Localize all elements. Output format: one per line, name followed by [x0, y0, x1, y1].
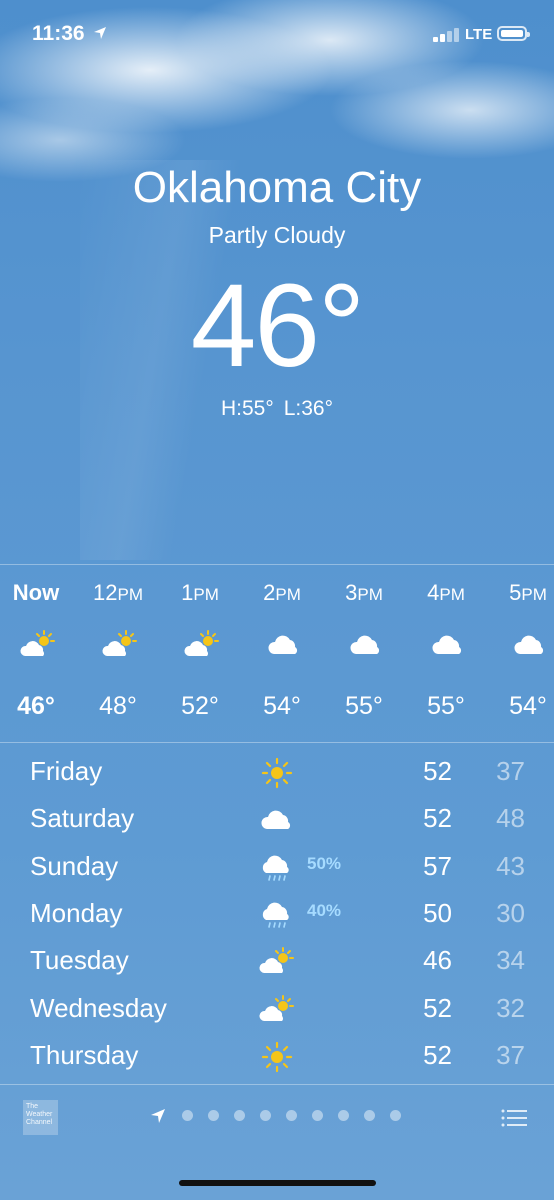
day-high: 52 — [423, 1039, 452, 1070]
city-list-icon[interactable] — [501, 1108, 527, 1128]
page-dot[interactable] — [260, 1110, 271, 1121]
sun-icon — [258, 1040, 296, 1074]
high-low: H:55° L:36° — [0, 397, 554, 421]
day-name: Wednesday — [30, 992, 167, 1023]
day-low: 37 — [496, 1039, 525, 1070]
hour-temp: 54° — [263, 692, 301, 720]
page-dot[interactable] — [234, 1110, 245, 1121]
daily-row: Tuesday 46 34 — [0, 937, 554, 984]
day-low: 30 — [496, 897, 525, 928]
rain-cloud-icon — [258, 898, 296, 932]
day-high: 52 — [423, 803, 452, 834]
status-time: 11:36 — [32, 22, 85, 45]
page-dot[interactable] — [390, 1110, 401, 1121]
day-high: 52 — [423, 756, 452, 786]
cloud-icon — [265, 628, 301, 658]
day-name: Friday — [30, 756, 103, 786]
day-name: Tuesday — [30, 945, 129, 976]
hour-temp: 48° — [99, 692, 137, 720]
day-low: 37 — [496, 756, 525, 786]
hour-label: 5PM — [509, 580, 547, 605]
partly-sunny-icon — [19, 628, 55, 658]
day-low: 34 — [496, 945, 525, 976]
home-indicator[interactable] — [179, 1180, 376, 1186]
day-low: 48 — [496, 803, 525, 834]
partly-sunny-icon — [183, 628, 219, 658]
daily-row: Saturday 52 48 — [0, 795, 554, 842]
page-dot[interactable] — [286, 1110, 297, 1121]
precip-chance: 50% — [307, 853, 342, 873]
partly-sunny-icon — [258, 993, 296, 1027]
hour-label: Now — [12, 580, 60, 605]
battery-icon — [497, 26, 530, 41]
day-high: 52 — [423, 992, 452, 1023]
city-name: Oklahoma City — [132, 163, 422, 212]
day-low: 32 — [496, 992, 525, 1023]
day-name: Thursday — [30, 1039, 139, 1070]
day-high: 46 — [423, 945, 452, 976]
hour-label: 1PM — [181, 580, 219, 605]
daily-row: Friday 52 37 — [0, 748, 554, 795]
low-temp: L:36° — [283, 397, 334, 420]
daily-row: Sunday 50% 57 43 — [0, 843, 554, 890]
hour-label: 12PM — [93, 580, 143, 605]
hour-temp: 55° — [427, 692, 465, 720]
partly-sunny-icon — [258, 945, 296, 979]
status-bar: 11:36 LTE — [0, 0, 554, 70]
rain-cloud-icon — [258, 851, 296, 885]
day-high: 57 — [423, 850, 452, 881]
cellular-signal-icon — [433, 28, 461, 42]
cloud-icon — [429, 628, 465, 658]
daily-row: Monday 40% 50 30 — [0, 890, 554, 937]
hour-label: 4PM — [427, 580, 465, 605]
current-temperature: 46° — [190, 260, 365, 392]
hour-label: 3PM — [345, 580, 383, 605]
hour-label: 2PM — [263, 580, 301, 605]
page-dot[interactable] — [208, 1110, 219, 1121]
day-low: 43 — [496, 850, 525, 881]
network-type: LTE — [465, 26, 493, 43]
sun-icon — [258, 756, 296, 790]
page-dot[interactable] — [364, 1110, 375, 1121]
weather-channel-logo[interactable]: The Weather Channel — [23, 1100, 58, 1135]
day-name: Sunday — [30, 850, 119, 881]
day-name: Saturday — [30, 803, 135, 834]
daily-row: Thursday 52 37 — [0, 1032, 554, 1079]
divider — [0, 742, 554, 743]
hour-temp: 54° — [509, 692, 547, 720]
page-dot[interactable] — [312, 1110, 323, 1121]
hourly-forecast[interactable]: Now 46° 12PM 48° 1PM 52° 2PM 54° 3PM 55° 4PM 55° 5PM… — [0, 566, 554, 741]
page-dot[interactable] — [338, 1110, 349, 1121]
cloud-icon — [258, 803, 296, 837]
cloud-icon — [511, 628, 547, 658]
day-name: Monday — [30, 897, 123, 928]
divider — [0, 564, 554, 565]
page-dot[interactable] — [182, 1110, 193, 1121]
hour-temp: 52° — [181, 692, 219, 720]
daily-row: Wednesday 52 32 — [0, 985, 554, 1032]
hour-temp: 55° — [345, 692, 383, 720]
high-temp: H:55° — [220, 397, 274, 420]
partly-sunny-icon — [101, 628, 137, 658]
cloud-icon — [347, 628, 383, 658]
day-high: 50 — [423, 897, 452, 928]
current-location-icon[interactable] — [150, 1108, 166, 1124]
hour-temp: 46° — [17, 692, 55, 720]
current-condition: Partly Cloudy — [208, 222, 346, 248]
precip-chance: 40% — [307, 900, 342, 920]
location-arrow-icon — [94, 27, 106, 39]
